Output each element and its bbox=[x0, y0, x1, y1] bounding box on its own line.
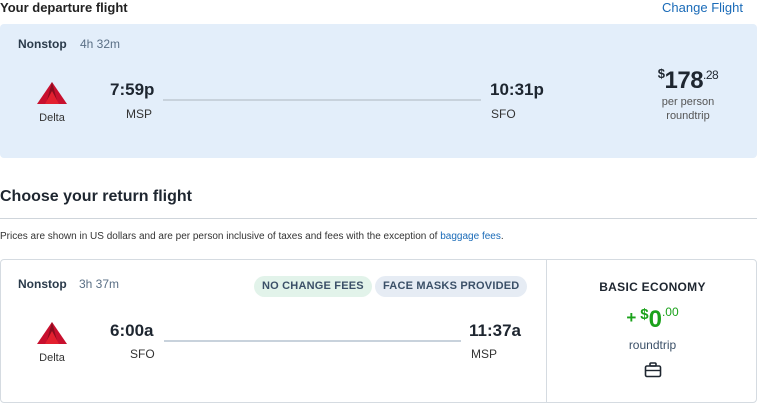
delta-logo-icon bbox=[37, 82, 67, 104]
return-heading: Choose your return flight bbox=[0, 188, 192, 205]
disclaimer-text: Prices are shown in US dollars and are p… bbox=[0, 231, 438, 242]
price-currency: $ bbox=[657, 66, 665, 81]
return-airline-name: Delta bbox=[39, 352, 65, 364]
departure-header: Your departure flight Change Flight bbox=[0, 0, 757, 18]
departure-price-amount: $178.28 bbox=[643, 66, 733, 95]
departure-arrive-time: 10:31p bbox=[490, 80, 544, 99]
return-stops: Nonstop bbox=[18, 277, 67, 291]
section-divider bbox=[0, 218, 757, 219]
return-duration: 3h 37m bbox=[79, 277, 120, 291]
departure-arrive-airport: SFO bbox=[491, 107, 516, 121]
no-change-fees-badge: NO CHANGE FEES bbox=[254, 276, 372, 297]
return-flight-card[interactable]: Nonstop 3h 37m NO CHANGE FEES FACE MASKS… bbox=[0, 259, 757, 403]
disclaimer-end: . bbox=[500, 231, 504, 242]
fare-class-label: BASIC ECONOMY bbox=[599, 280, 706, 294]
fare-cents: .00 bbox=[661, 305, 679, 319]
fare-whole: 0 bbox=[648, 306, 662, 333]
return-route-line bbox=[164, 340, 461, 342]
price-note-roundtrip: roundtrip bbox=[666, 110, 710, 122]
face-masks-badge: FACE MASKS PROVIDED bbox=[375, 276, 528, 297]
departure-heading: Your departure flight bbox=[0, 0, 128, 15]
return-depart-time: 6:00a bbox=[110, 321, 154, 340]
price-disclaimer: Prices are shown in US dollars and are p… bbox=[0, 231, 504, 242]
departure-duration: 4h 32m bbox=[80, 37, 121, 51]
fare-currency: $ bbox=[640, 306, 649, 323]
briefcase-icon bbox=[644, 362, 662, 378]
fare-plus: + bbox=[626, 308, 637, 327]
departure-price: $178.28 per person roundtrip bbox=[643, 66, 733, 123]
departure-route-line bbox=[163, 99, 481, 101]
fare-price: + $0.00 bbox=[547, 305, 757, 334]
price-whole: 178 bbox=[664, 67, 704, 94]
delta-logo-icon bbox=[37, 322, 67, 344]
price-cents: .28 bbox=[703, 68, 719, 82]
fare-roundtrip-note: roundtrip bbox=[628, 338, 677, 352]
return-depart-airport: SFO bbox=[130, 347, 155, 361]
change-flight-link[interactable]: Change Flight bbox=[662, 0, 743, 15]
departure-stops: Nonstop bbox=[18, 37, 67, 51]
return-arrive-time: 11:37a bbox=[469, 321, 521, 340]
departure-depart-time: 7:59p bbox=[110, 80, 155, 99]
departure-flight-card: Nonstop 4h 32m Delta 7:59p MSP 10:31p SF… bbox=[0, 24, 757, 158]
departure-airline-name: Delta bbox=[39, 112, 65, 124]
return-arrive-airport: MSP bbox=[471, 347, 498, 361]
departure-depart-airport: MSP bbox=[126, 107, 153, 121]
baggage-fees-link[interactable]: baggage fees bbox=[440, 231, 501, 242]
price-note-per-person: per person bbox=[661, 96, 715, 108]
